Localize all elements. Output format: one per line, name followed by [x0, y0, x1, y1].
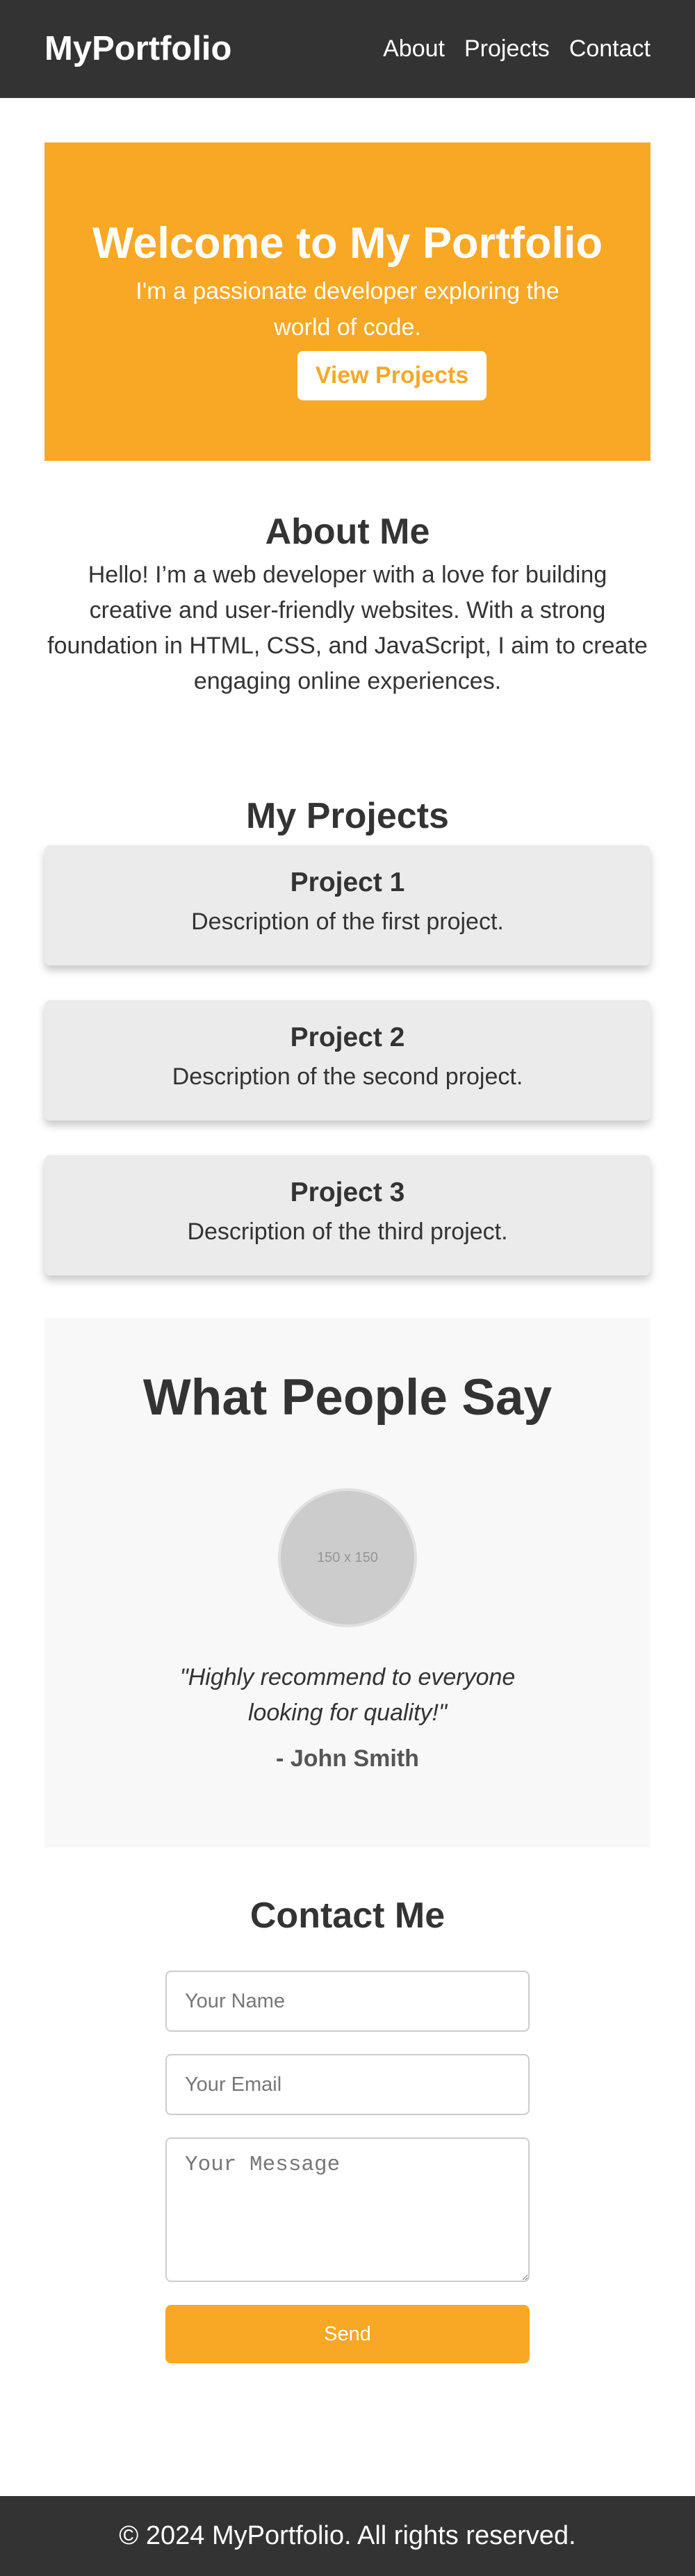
- nav-projects-link[interactable]: Projects: [464, 34, 550, 63]
- name-field[interactable]: [165, 1971, 530, 2032]
- testimonial-author: - John Smith: [276, 1745, 419, 1772]
- footer-text: © 2024 MyPortfolio. All rights reserved.: [119, 2521, 576, 2550]
- main-nav: About Projects Contact: [383, 34, 651, 63]
- project-description: Description of the first project.: [191, 908, 504, 935]
- nav-contact-link[interactable]: Contact: [569, 34, 651, 63]
- project-description: Description of the second project.: [172, 1063, 523, 1090]
- testimonials-section: What People Say 150 x 150 "Highly recomm…: [44, 1318, 651, 1848]
- message-field[interactable]: [165, 2137, 530, 2282]
- project-card-1[interactable]: Project 1 Description of the first proje…: [44, 845, 651, 965]
- about-text: Hello! I’m a web developer with a love f…: [47, 562, 648, 694]
- hero-section: Welcome to My Portfolio I'm a passionate…: [44, 142, 651, 461]
- project-title: Project 1: [290, 867, 405, 897]
- project-description: Description of the third project.: [187, 1218, 508, 1245]
- hero-title: Welcome to My Portfolio: [92, 219, 603, 268]
- hero-subtitle: I'm a passionate developer exploring the…: [136, 278, 559, 341]
- email-field[interactable]: [165, 2054, 530, 2115]
- site-footer: © 2024 MyPortfolio. All rights reserved.: [0, 2496, 695, 2576]
- testimonial-quote: "Highly recommend to everyone looking fo…: [179, 1664, 516, 1726]
- avatar: 150 x 150: [278, 1488, 417, 1627]
- project-card-2[interactable]: Project 2 Description of the second proj…: [44, 1000, 651, 1120]
- project-card-3[interactable]: Project 3 Description of the third proje…: [44, 1155, 651, 1275]
- view-projects-button[interactable]: View Projects: [297, 351, 486, 400]
- projects-title: My Projects: [246, 796, 449, 836]
- send-button[interactable]: Send: [165, 2305, 530, 2363]
- project-title: Project 3: [290, 1177, 405, 1207]
- brand-logo[interactable]: MyPortfolio: [44, 28, 231, 70]
- project-title: Project 2: [290, 1022, 405, 1052]
- site-header: MyPortfolio About Projects Contact: [0, 0, 695, 98]
- nav-about-link[interactable]: About: [383, 34, 445, 63]
- about-title: About Me: [265, 512, 430, 552]
- contact-title: Contact Me: [250, 1896, 445, 1936]
- testimonials-title: What People Say: [142, 1369, 553, 1426]
- about-section: About Me Hello! I’m a web developer with…: [44, 504, 651, 699]
